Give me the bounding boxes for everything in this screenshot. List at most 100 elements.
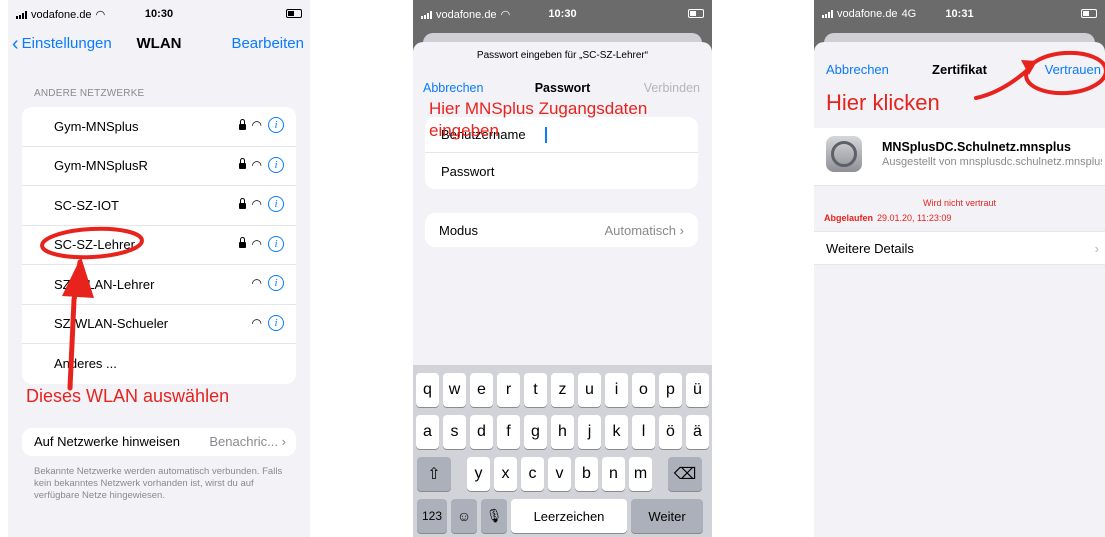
shift-key[interactable]: ⇧ bbox=[417, 457, 451, 491]
battery-icon bbox=[286, 9, 302, 18]
battery-icon bbox=[1081, 9, 1097, 18]
network-name: SZ-WLAN-Schueler bbox=[54, 316, 169, 332]
info-icon[interactable]: i bbox=[268, 117, 284, 133]
cancel-button[interactable]: Abbrechen bbox=[826, 62, 889, 77]
network-row[interactable]: SZ-WLAN-Schueler ◠ i bbox=[22, 305, 296, 344]
network-type: 4G bbox=[901, 8, 917, 20]
network-row[interactable]: SC-SZ-IOT ◠ i bbox=[22, 186, 296, 226]
network-row-selected[interactable]: SC-SZ-Lehrer ◠ i bbox=[22, 226, 296, 265]
connect-button[interactable]: Verbinden bbox=[644, 81, 700, 95]
mode-value: Automatisch › bbox=[604, 222, 684, 238]
key[interactable]: b bbox=[575, 457, 598, 491]
more-details-label: Weitere Details bbox=[826, 240, 914, 256]
info-icon[interactable]: i bbox=[268, 314, 284, 331]
dictation-key[interactable]: 🎙 bbox=[481, 499, 507, 533]
certificate-screen: vodafone.de 4G 10:31 Abbrechen Zertifika… bbox=[814, 0, 1105, 537]
info-icon[interactable]: i bbox=[268, 275, 284, 291]
key[interactable]: k bbox=[605, 415, 628, 449]
keyboard-row-2: a s d f g h j k l ö ä bbox=[413, 415, 712, 449]
network-row[interactable]: SZ-WLAN-Lehrer ◠ i bbox=[22, 265, 296, 305]
key[interactable]: v bbox=[548, 457, 571, 491]
other-network-row[interactable]: Anderes ... bbox=[22, 344, 296, 384]
certificate-card: MNSplusDC.Schulnetz.mnsplus Ausgestellt … bbox=[814, 128, 1105, 186]
key[interactable]: f bbox=[497, 415, 520, 449]
microphone-icon: 🎙 bbox=[485, 508, 503, 523]
numbers-key[interactable]: 123 bbox=[417, 499, 447, 533]
ask-to-join-label: Auf Netzwerke hinweisen bbox=[34, 434, 180, 449]
key[interactable]: w bbox=[443, 373, 466, 407]
chevron-right-icon: › bbox=[679, 222, 684, 238]
wifi-icon: ◠ bbox=[251, 157, 262, 172]
key[interactable]: a bbox=[416, 415, 439, 449]
ask-to-join-value: Benachric... › bbox=[209, 434, 286, 449]
key[interactable]: s bbox=[443, 415, 466, 449]
wifi-icon: ◠ bbox=[251, 197, 262, 211]
key[interactable]: h bbox=[551, 415, 574, 449]
emoji-key[interactable]: ☺ bbox=[451, 499, 477, 533]
status-bar: vodafone.de 4G 10:31 bbox=[814, 0, 1105, 28]
delete-key[interactable]: ⌫ bbox=[668, 457, 702, 491]
info-icon[interactable]: i bbox=[268, 196, 284, 212]
key[interactable]: z bbox=[551, 373, 574, 407]
wifi-icon: ◠ bbox=[251, 276, 262, 290]
more-details-row[interactable]: Weitere Details › bbox=[814, 231, 1105, 265]
sheet-title: Passwort bbox=[534, 81, 591, 95]
backspace-icon: ⌫ bbox=[673, 466, 697, 483]
key[interactable]: r bbox=[497, 373, 520, 407]
key[interactable]: c bbox=[521, 457, 544, 491]
key[interactable]: ö bbox=[659, 415, 682, 449]
key[interactable]: j bbox=[578, 415, 601, 449]
info-icon[interactable]: i bbox=[268, 235, 284, 252]
carrier-name: vodafone.de bbox=[436, 8, 497, 21]
chevron-right-icon: › bbox=[281, 434, 286, 449]
edit-button[interactable]: Bearbeiten bbox=[231, 35, 304, 52]
wlan-settings-screen: vodafone.de ◠ 10:30 ‹ Einstellungen WLAN… bbox=[8, 0, 310, 537]
key[interactable]: o bbox=[632, 373, 655, 407]
certificate-sheet: Abbrechen Zertifikat Vertrauen MNSplusDC… bbox=[814, 42, 1105, 537]
network-row[interactable]: Gym-MNSplus ◠ i bbox=[22, 107, 296, 147]
mode-label: Modus bbox=[439, 222, 479, 238]
cancel-button[interactable]: Abbrechen bbox=[423, 81, 483, 95]
annotation-select-network: Dieses WLAN auswählen bbox=[26, 386, 230, 406]
network-list: Gym-MNSplus ◠ i Gym-MNSplusR ◠ i SC-SZ-IOT… bbox=[22, 107, 296, 384]
back-button[interactable]: ‹ Einstellungen bbox=[12, 34, 112, 54]
key[interactable]: n bbox=[602, 457, 625, 491]
key[interactable]: x bbox=[494, 457, 517, 491]
clock: 10:30 bbox=[144, 8, 174, 20]
password-screen: vodafone.de ◠ 10:30 Passwort eingeben fü… bbox=[413, 0, 712, 537]
annotation-enter-credentials: Hier MNSplus Zugangsdaten eingeben bbox=[429, 98, 647, 142]
key[interactable]: i bbox=[605, 373, 628, 407]
signal-icon bbox=[421, 10, 432, 19]
password-label: Passwort bbox=[441, 163, 495, 179]
space-key[interactable]: Leerzeichen bbox=[511, 499, 627, 533]
key[interactable]: l bbox=[632, 415, 655, 449]
info-icon[interactable]: i bbox=[268, 156, 284, 173]
key[interactable]: t bbox=[524, 373, 547, 407]
annotation-line-2: eingeben bbox=[429, 121, 499, 140]
network-row[interactable]: Gym-MNSplusR ◠ i bbox=[22, 147, 296, 186]
key[interactable]: d bbox=[470, 415, 493, 449]
next-key[interactable]: Weiter bbox=[631, 499, 703, 533]
mode-row[interactable]: Modus Automatisch › bbox=[425, 213, 698, 247]
carrier-indicator: vodafone.de 4G bbox=[822, 8, 916, 20]
trust-button[interactable]: Vertrauen bbox=[1045, 62, 1101, 77]
expired-label: Abgelaufen bbox=[824, 213, 874, 223]
lock-icon bbox=[238, 237, 246, 248]
key[interactable]: y bbox=[467, 457, 490, 491]
key[interactable]: g bbox=[524, 415, 547, 449]
key[interactable]: u bbox=[578, 373, 601, 407]
key[interactable]: ä bbox=[686, 415, 709, 449]
password-field[interactable]: Passwort bbox=[425, 153, 698, 189]
key[interactable]: m bbox=[629, 457, 652, 491]
key[interactable]: p bbox=[659, 373, 682, 407]
ask-to-join-row[interactable]: Auf Netzwerke hinweisen Benachric... › bbox=[22, 427, 296, 456]
network-name: SZ-WLAN-Lehrer bbox=[54, 276, 155, 292]
key[interactable]: q bbox=[416, 373, 439, 407]
carrier-name: vodafone.de bbox=[837, 8, 898, 20]
keyboard-row-1: q w e r t z u i o p ü bbox=[413, 373, 712, 407]
page-title: WLAN bbox=[136, 35, 182, 52]
lock-icon bbox=[238, 158, 246, 169]
network-name: SC-SZ-Lehrer bbox=[54, 237, 135, 253]
key[interactable]: ü bbox=[686, 373, 709, 407]
key[interactable]: e bbox=[470, 373, 493, 407]
